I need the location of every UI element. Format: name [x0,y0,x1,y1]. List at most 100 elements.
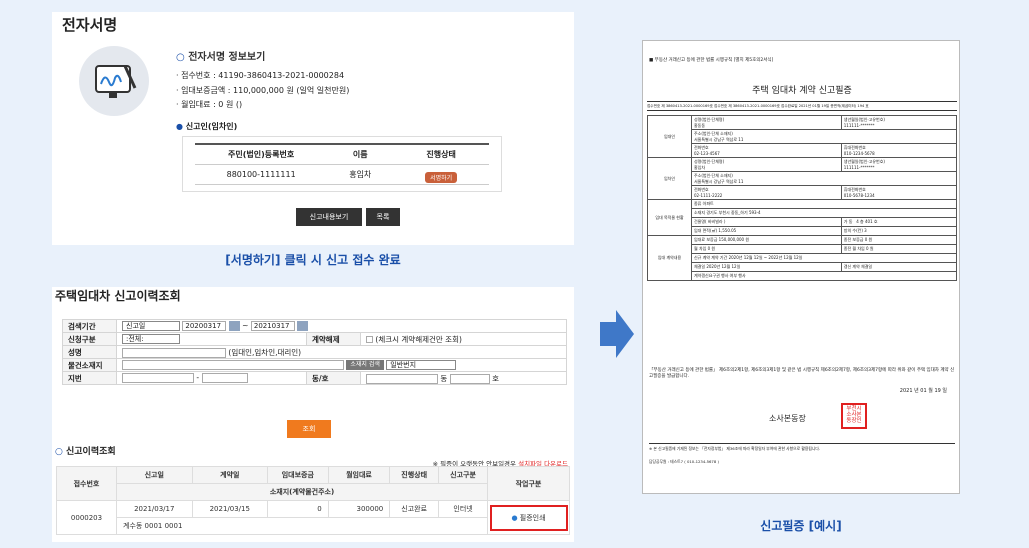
doc-renew-req: 계약갱신요구권 행사 여부 행사 [691,271,957,281]
cancel-label: 계약해제 [306,332,361,346]
dong-input[interactable] [366,373,438,384]
doc-ll-tel-lbl: 전화번호 [694,145,709,150]
lot-main-input[interactable] [122,373,194,383]
address-input[interactable] [122,360,344,370]
deposit-amount: · 임대보증금액 : 110,000,000 원 (일억 일천만원) [176,86,350,95]
doc-deposit: 150,000,000 원 [718,237,750,242]
row-deposit: 0 [267,500,329,518]
doc-tn-addr-lbl: 주소(법인·단체 소재지) [694,172,733,178]
doc-issuer: 소사본동장 [769,414,806,423]
lot-sub-input[interactable] [201,373,248,383]
esign-panel: 전자서명 ○ 전자서명 정보보기 · 접수번호 : 41190-3860413-… [52,12,574,245]
doc-period-lbl: 계약 기간 [711,255,728,260]
doc-rent: 0 원 [707,246,716,251]
doc-ll-id-lbl: 생년월일(법인·고유번호) [843,117,885,122]
name-input[interactable] [122,347,226,358]
name-label: 성명 [62,345,117,359]
history-panel: 주택임대차 신고이력조회 검색기간 신고일 20200317 ~ 2021031… [52,287,574,542]
period-label: 검색기간 [62,319,117,333]
doc-landlord: 임대인 [647,115,692,158]
ho-suffix: 호 [492,373,499,383]
reporter-name: 홍임차 [349,169,372,179]
receipt-no: · 접수번호 : 41190-3860413-2021-0000284 [176,71,345,80]
doc-period: 2020년 12월 12일 ~ 2022년 12월 12일 [728,255,803,260]
doc-new-lbl: 신규 계약 [694,255,710,260]
hcol-receipt: 접수번호 [56,466,117,501]
doc-ll-name: 홍동동 [694,122,706,128]
date-to-input[interactable]: 20210317 [250,321,295,331]
address-search-button[interactable]: 소재지 검색 [346,360,384,370]
row-type: 인터넷 [438,500,488,518]
doc-renew-lbl: 갱신 계약 체결일 [840,262,958,272]
hcol-deposit: 임대보증금 [267,466,329,484]
doc-ll-addr: 서울특별시 강남구 역삼로 11 [694,136,744,142]
doc-prev-rent-lbl: 종전 월 차임 [843,246,865,251]
table-row: 0000203 2021/03/17 2021/03/15 0 300000 신… [56,500,570,535]
sign-cell: 서명하기 [393,164,489,184]
doc-obj-rooms: 3 [864,228,867,233]
calendar-icon[interactable] [228,321,240,331]
doc-ll-mob-lbl: 휴대전화번호 [843,145,866,150]
row-report-date: 2021/03/17 [116,500,193,518]
doc-obj-ho: 4 층 401 호 [856,219,878,224]
cancel-checkbox[interactable] [366,336,373,343]
row-address: 계수동 0001 0001 [116,517,488,535]
sign-button[interactable]: 서명하기 [425,171,458,183]
doc-ll-tel: 02-123-4567 [694,151,720,156]
doc-obj-type: 아파트 [702,201,714,206]
type-select-value: :전체: [126,335,144,343]
row-rent: 300000 [327,500,391,518]
history-section-label: 신고이력조회 [66,447,116,457]
doc-obj-addr-lbl: 소재지 [694,210,706,215]
search-button[interactable]: 조회 [287,420,331,438]
date-tilde: ~ [242,321,249,330]
view-report-button[interactable]: 신고내용보기 [296,208,362,226]
doc-fee-lbl: 임대료 [694,237,706,242]
reporter-title-label: 신고인(임차인) [185,122,238,131]
lot-type-select[interactable]: 일반번지 [386,360,457,370]
doc-tn-addr: 서울특별시 강남구 역삼로 11 [694,178,744,184]
print-certificate-button[interactable]: ● 필증인쇄 [489,504,568,531]
doc-tn-name-lbl: 성명(법인·단체명) [694,158,725,164]
signature-icon [79,46,149,116]
cancel-check-text: (체크시 계약해제건만 조회) [375,334,462,344]
reporter-title: ● 신고인(임차인) [176,121,237,132]
doc-obj-addr: 경기도 부천시 중동_하기 593-4 [706,210,761,215]
caption-sign-complete: [서명하기] 클릭 시 신고 접수 완료 [225,253,401,267]
date-from-input[interactable]: 20200317 [182,321,227,331]
name-hint: (임대인,임차인,대리인) [228,347,302,357]
doc-deposit-lbl: 보증금 [706,237,718,242]
doc-statement: 「부동산 거래신고 등에 관한 법률」 제6조의2제1항, 제6조의3제1항 및… [649,368,955,379]
row-status: 신고완료 [389,500,440,518]
doc-fee: 임대료 보증금 150,000,000 원 [691,235,842,245]
circle-bullet-icon-2: ○ [55,447,63,457]
col-id: 주민(법인)등록번호 [228,149,295,159]
reporter-row: 880100-1111111 홍임차 서명하기 [195,164,489,184]
history-page-title: 주택임대차 신고이력조회 [55,289,181,303]
doc-rent-lbl: 월 차임 [694,246,707,251]
hcol-rent: 월임대료 [327,466,391,484]
arrow-right-icon [600,310,634,358]
doc-ll-mob: 010-1234-5678 [843,151,875,156]
hcol-contract-date: 계약일 [191,466,269,484]
period-select[interactable]: 신고일 [122,321,180,331]
dong-label: 동/호 [306,371,361,385]
doc-title: 주택 임대차 계약 신고필증 [752,86,852,96]
type-select[interactable]: :전체: [122,334,180,344]
doc-meta: 접수번호 제 3860413-2021-0000169호 접수번호 제 3860… [647,101,957,111]
caption-certificate: 신고필증 [예시] [760,519,842,533]
dong-suffix: 동 [440,373,448,383]
lot-type-value: 일반번지 [390,361,417,369]
hcol-report-date: 신고일 [116,466,193,484]
esign-title: 전자서명 [62,16,118,34]
list-button[interactable]: 목록 [366,208,400,226]
doc-prev-dep-lbl: 종전 보증금 [843,237,864,242]
doc-ll-id: 111111-******* [843,123,875,128]
certificate-document: ■ 부동산 거래신고 등에 관한 법률 시행규칙 [별지 제5호의2서식] 주택… [642,40,960,494]
calendar-icon-2[interactable] [297,321,309,331]
doc-table: 임대인 성명(법인·단체명) 홍동동 생년월일(법인·고유번호) 111111-**… [647,115,958,281]
doc-prev-rent: 0 원 [866,246,874,251]
doc-obj-rooms-lbl: 방의 수(칸) [843,228,863,233]
ho-input[interactable] [449,373,490,384]
hcol-action: 작업구분 [487,466,570,501]
